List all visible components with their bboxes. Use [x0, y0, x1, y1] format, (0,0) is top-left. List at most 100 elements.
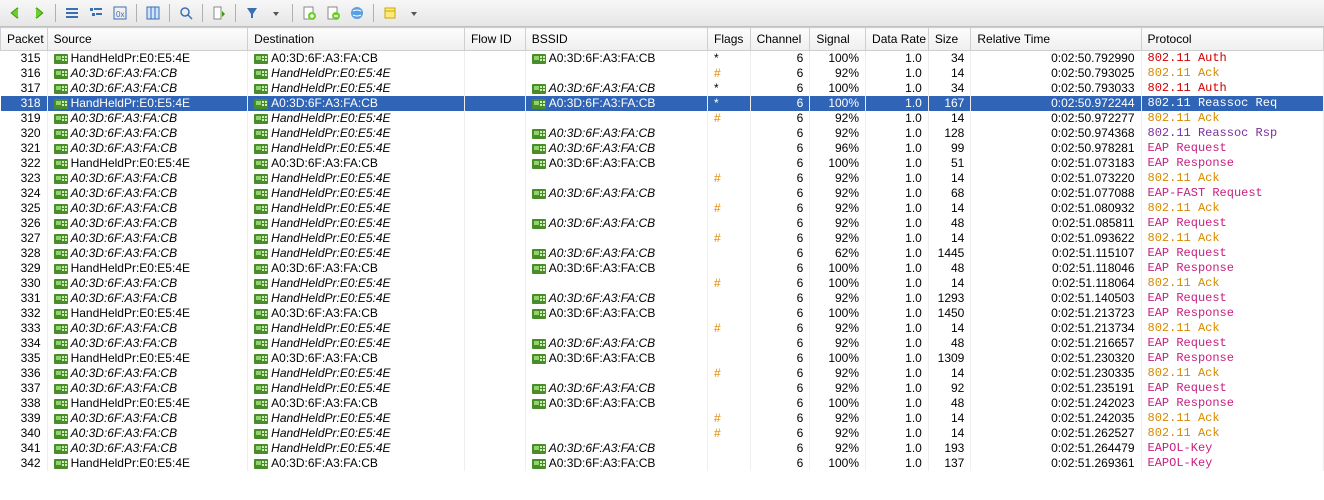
cell-flags	[708, 261, 751, 276]
cell-signal: 92%	[810, 291, 866, 306]
table-row[interactable]: 327A0:3D:6F:A3:FA:CBHandHeldPr:E0:E5:4E#…	[1, 231, 1324, 246]
col-size[interactable]: Size	[928, 28, 971, 51]
col-reltime[interactable]: Relative Time	[971, 28, 1141, 51]
node-icon	[254, 354, 268, 364]
view-hex-button[interactable]: 0x	[109, 2, 131, 24]
cell-rate: 1.0	[866, 366, 929, 381]
table-row[interactable]: 337A0:3D:6F:A3:FA:CBHandHeldPr:E0:E5:4EA…	[1, 381, 1324, 396]
cell-bssid: A0:3D:6F:A3:FA:CB	[525, 81, 707, 96]
view-hier-button[interactable]	[85, 2, 107, 24]
cell-size: 51	[928, 156, 971, 171]
table-row[interactable]: 339A0:3D:6F:A3:FA:CBHandHeldPr:E0:E5:4E#…	[1, 411, 1324, 426]
table-row[interactable]: 318HandHeldPr:E0:E5:4EA0:3D:6F:A3:FA:CBA…	[1, 96, 1324, 111]
cell-bssid: A0:3D:6F:A3:FA:CB	[525, 186, 707, 201]
table-row[interactable]: 341A0:3D:6F:A3:FA:CBHandHeldPr:E0:E5:4EA…	[1, 441, 1324, 456]
col-channel[interactable]: Channel	[750, 28, 810, 51]
cell-size: 1309	[928, 351, 971, 366]
node-icon	[254, 399, 268, 409]
node-icon	[254, 249, 268, 259]
cell-flags: *	[708, 96, 751, 111]
toolbar-separator	[202, 4, 203, 22]
cell-source: HandHeldPr:E0:E5:4E	[47, 351, 248, 366]
cell-destination: HandHeldPr:E0:E5:4E	[248, 246, 465, 261]
table-row[interactable]: 320A0:3D:6F:A3:FA:CBHandHeldPr:E0:E5:4EA…	[1, 126, 1324, 141]
resolve-button[interactable]	[346, 2, 368, 24]
columns-button[interactable]	[142, 2, 164, 24]
col-destination[interactable]: Destination	[248, 28, 465, 51]
table-row[interactable]: 330A0:3D:6F:A3:FA:CBHandHeldPr:E0:E5:4E#…	[1, 276, 1324, 291]
cell-protocol: EAP Response	[1141, 396, 1323, 411]
header-row[interactable]: Packet Source Destination Flow ID BSSID …	[1, 28, 1324, 51]
table-row[interactable]: 319A0:3D:6F:A3:FA:CBHandHeldPr:E0:E5:4E#…	[1, 111, 1324, 126]
cell-destination: HandHeldPr:E0:E5:4E	[248, 321, 465, 336]
node-icon	[254, 144, 268, 154]
cell-time: 0:02:51.213723	[971, 306, 1141, 321]
table-row[interactable]: 328A0:3D:6F:A3:FA:CBHandHeldPr:E0:E5:4EA…	[1, 246, 1324, 261]
cell-size: 34	[928, 51, 971, 67]
table-row[interactable]: 340A0:3D:6F:A3:FA:CBHandHeldPr:E0:E5:4E#…	[1, 426, 1324, 441]
table-row[interactable]: 333A0:3D:6F:A3:FA:CBHandHeldPr:E0:E5:4E#…	[1, 321, 1324, 336]
node-icon	[532, 294, 546, 304]
cell-channel: 6	[750, 186, 810, 201]
col-protocol[interactable]: Protocol	[1141, 28, 1323, 51]
cell-flags	[708, 396, 751, 411]
node-icon	[254, 219, 268, 229]
cell-time: 0:02:50.793033	[971, 81, 1141, 96]
cell-packet: 329	[1, 261, 48, 276]
table-row[interactable]: 323A0:3D:6F:A3:FA:CBHandHeldPr:E0:E5:4E#…	[1, 171, 1324, 186]
insert-button[interactable]	[298, 2, 320, 24]
col-source[interactable]: Source	[47, 28, 248, 51]
col-signal[interactable]: Signal	[810, 28, 866, 51]
table-row[interactable]: 329HandHeldPr:E0:E5:4EA0:3D:6F:A3:FA:CBA…	[1, 261, 1324, 276]
table-row[interactable]: 326A0:3D:6F:A3:FA:CBHandHeldPr:E0:E5:4EA…	[1, 216, 1324, 231]
table-row[interactable]: 342HandHeldPr:E0:E5:4EA0:3D:6F:A3:FA:CBA…	[1, 456, 1324, 471]
cell-destination: HandHeldPr:E0:E5:4E	[248, 201, 465, 216]
col-flowid[interactable]: Flow ID	[464, 28, 525, 51]
col-flags[interactable]: Flags	[708, 28, 751, 51]
table-row[interactable]: 317A0:3D:6F:A3:FA:CBHandHeldPr:E0:E5:4EA…	[1, 81, 1324, 96]
table-row[interactable]: 334A0:3D:6F:A3:FA:CBHandHeldPr:E0:E5:4EA…	[1, 336, 1324, 351]
table-row[interactable]: 324A0:3D:6F:A3:FA:CBHandHeldPr:E0:E5:4EA…	[1, 186, 1324, 201]
cell-flags	[708, 126, 751, 141]
note-button[interactable]	[379, 2, 401, 24]
cell-flowid	[464, 141, 525, 156]
cell-rate: 1.0	[866, 426, 929, 441]
table-row[interactable]: 315HandHeldPr:E0:E5:4EA0:3D:6F:A3:FA:CBA…	[1, 51, 1324, 67]
filter-button[interactable]	[241, 2, 263, 24]
node-icon	[532, 189, 546, 199]
table-row[interactable]: 336A0:3D:6F:A3:FA:CBHandHeldPr:E0:E5:4E#…	[1, 366, 1324, 381]
table-row[interactable]: 322HandHeldPr:E0:E5:4EA0:3D:6F:A3:FA:CBA…	[1, 156, 1324, 171]
cell-rate: 1.0	[866, 381, 929, 396]
table-row[interactable]: 316A0:3D:6F:A3:FA:CBHandHeldPr:E0:E5:4E#…	[1, 66, 1324, 81]
filter-dropdown-button[interactable]	[265, 2, 287, 24]
cell-bssid: A0:3D:6F:A3:FA:CB	[525, 381, 707, 396]
node-icon	[254, 159, 268, 169]
table-row[interactable]: 335HandHeldPr:E0:E5:4EA0:3D:6F:A3:FA:CBA…	[1, 351, 1324, 366]
table-row[interactable]: 325A0:3D:6F:A3:FA:CBHandHeldPr:E0:E5:4E#…	[1, 201, 1324, 216]
cell-channel: 6	[750, 156, 810, 171]
node-icon	[54, 174, 68, 184]
remove-button[interactable]	[322, 2, 344, 24]
table-row[interactable]: 321A0:3D:6F:A3:FA:CBHandHeldPr:E0:E5:4EA…	[1, 141, 1324, 156]
packet-table[interactable]: Packet Source Destination Flow ID BSSID …	[0, 27, 1324, 471]
view-flat-button[interactable]	[61, 2, 83, 24]
table-row[interactable]: 331A0:3D:6F:A3:FA:CBHandHeldPr:E0:E5:4EA…	[1, 291, 1324, 306]
node-icon	[254, 309, 268, 319]
node-icon	[254, 234, 268, 244]
node-icon	[54, 279, 68, 289]
col-bssid[interactable]: BSSID	[525, 28, 707, 51]
nav-forward-button[interactable]	[28, 2, 50, 24]
cell-flowid	[464, 351, 525, 366]
col-packet[interactable]: Packet	[1, 28, 48, 51]
zoom-button[interactable]	[175, 2, 197, 24]
cell-source: HandHeldPr:E0:E5:4E	[47, 396, 248, 411]
cell-rate: 1.0	[866, 246, 929, 261]
nav-back-button[interactable]	[4, 2, 26, 24]
autoscroll-button[interactable]	[208, 2, 230, 24]
col-datarate[interactable]: Data Rate	[866, 28, 929, 51]
cell-source: A0:3D:6F:A3:FA:CB	[47, 141, 248, 156]
note-dropdown-button[interactable]	[403, 2, 425, 24]
node-icon	[54, 354, 68, 364]
table-row[interactable]: 338HandHeldPr:E0:E5:4EA0:3D:6F:A3:FA:CBA…	[1, 396, 1324, 411]
table-row[interactable]: 332HandHeldPr:E0:E5:4EA0:3D:6F:A3:FA:CBA…	[1, 306, 1324, 321]
